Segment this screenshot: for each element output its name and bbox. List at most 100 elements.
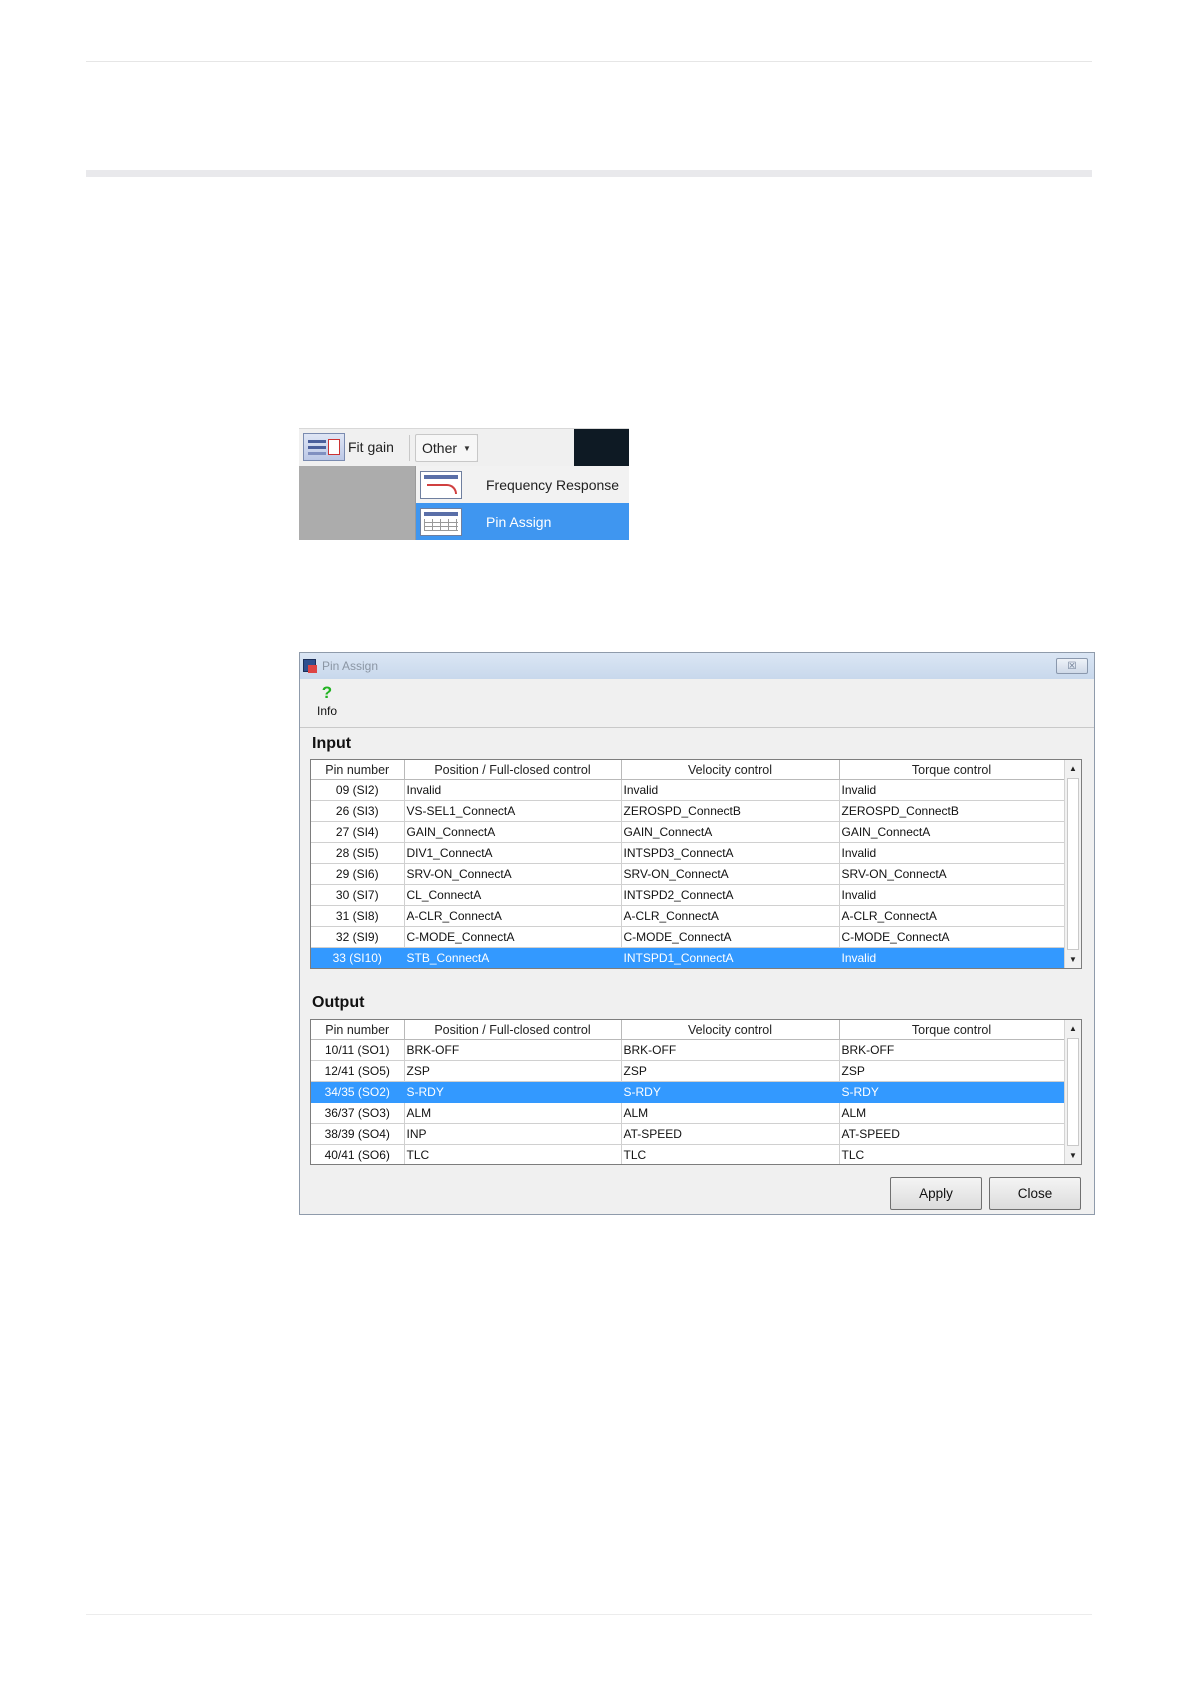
table-cell[interactable]: INTSPD3_ConnectA: [621, 842, 840, 864]
table-cell[interactable]: 29 (SI6): [311, 863, 405, 885]
table-row[interactable]: 28 (SI5) DIV1_ConnectA INTSPD3_ConnectA Inv…: [311, 842, 1065, 864]
table-cell[interactable]: GAIN_ConnectA: [404, 821, 622, 843]
table-cell[interactable]: TLC: [621, 1144, 840, 1164]
output-table[interactable]: Pin number Position / Full-closed contro…: [310, 1019, 1082, 1165]
table-row[interactable]: 09 (SI2) Invalid Invalid Invalid: [311, 779, 1065, 801]
table-row[interactable]: 33 (SI10) STB_ConnectA INTSPD1_ConnectA Inv…: [311, 947, 1065, 968]
table-cell[interactable]: S-RDY: [621, 1081, 840, 1103]
table-cell[interactable]: 40/41 (SO6): [311, 1144, 405, 1164]
table-cell[interactable]: 27 (SI4): [311, 821, 405, 843]
table-cell[interactable]: Invalid: [839, 842, 1065, 864]
table-cell[interactable]: A-CLR_ConnectA: [839, 905, 1065, 927]
table-cell[interactable]: ZSP: [621, 1060, 840, 1082]
table-cell[interactable]: 38/39 (SO4): [311, 1123, 405, 1145]
table-row[interactable]: 34/35 (SO2) S-RDY S-RDY S-RDY: [311, 1081, 1065, 1103]
table-cell[interactable]: BRK-OFF: [404, 1039, 622, 1061]
table-row[interactable]: 26 (SI3) VS-SEL1_ConnectA ZEROSPD_ConnectB…: [311, 800, 1065, 822]
menu-item-pin-assign[interactable]: Pin Assign: [416, 503, 629, 540]
other-dropdown-button[interactable]: Other ▼: [415, 434, 478, 462]
table-cell[interactable]: ALM: [404, 1102, 622, 1124]
output-scrollbar[interactable]: ▲ ▼: [1064, 1020, 1081, 1164]
table-cell[interactable]: ALM: [839, 1102, 1065, 1124]
table-cell[interactable]: C-MODE_ConnectA: [404, 926, 622, 948]
menu-item-frequency-response[interactable]: Frequency Response: [416, 466, 629, 503]
table-cell[interactable]: 26 (SI3): [311, 800, 405, 822]
column-header-torque[interactable]: Torque control: [839, 760, 1065, 780]
close-icon[interactable]: ☒: [1056, 658, 1088, 674]
column-header-position[interactable]: Position / Full-closed control: [404, 1020, 622, 1040]
table-cell[interactable]: 34/35 (SO2): [311, 1081, 405, 1103]
table-row[interactable]: 36/37 (SO3) ALM ALM ALM: [311, 1102, 1065, 1124]
fit-gain-button[interactable]: Fit gain: [303, 432, 394, 462]
table-cell[interactable]: 28 (SI5): [311, 842, 405, 864]
table-cell[interactable]: DIV1_ConnectA: [404, 842, 622, 864]
table-cell[interactable]: ZSP: [839, 1060, 1065, 1082]
table-cell[interactable]: A-CLR_ConnectA: [621, 905, 840, 927]
table-cell[interactable]: ZEROSPD_ConnectB: [839, 800, 1065, 822]
table-cell[interactable]: ALM: [621, 1102, 840, 1124]
table-cell[interactable]: 09 (SI2): [311, 779, 405, 801]
column-header-torque[interactable]: Torque control: [839, 1020, 1065, 1040]
table-cell[interactable]: BRK-OFF: [621, 1039, 840, 1061]
column-header-position[interactable]: Position / Full-closed control: [404, 760, 622, 780]
table-cell[interactable]: Invalid: [621, 779, 840, 801]
apply-button[interactable]: Apply: [890, 1177, 982, 1210]
table-row[interactable]: 12/41 (SO5) ZSP ZSP ZSP: [311, 1060, 1065, 1082]
table-cell[interactable]: 12/41 (SO5): [311, 1060, 405, 1082]
column-header-pin-number[interactable]: Pin number: [311, 760, 405, 780]
table-cell[interactable]: Invalid: [839, 947, 1065, 968]
input-table[interactable]: Pin number Position / Full-closed contro…: [310, 759, 1082, 969]
table-cell[interactable]: GAIN_ConnectA: [621, 821, 840, 843]
table-cell[interactable]: AT-SPEED: [839, 1123, 1065, 1145]
table-row[interactable]: 31 (SI8) A-CLR_ConnectA A-CLR_ConnectA A-CL…: [311, 905, 1065, 927]
column-header-velocity[interactable]: Velocity control: [621, 760, 840, 780]
table-cell[interactable]: 32 (SI9): [311, 926, 405, 948]
table-cell[interactable]: INTSPD1_ConnectA: [621, 947, 840, 968]
scroll-down-icon[interactable]: ▼: [1067, 1148, 1079, 1163]
table-cell[interactable]: Invalid: [839, 884, 1065, 906]
table-cell[interactable]: Invalid: [404, 779, 622, 801]
table-cell[interactable]: SRV-ON_ConnectA: [839, 863, 1065, 885]
table-row[interactable]: 27 (SI4) GAIN_ConnectA GAIN_ConnectA GAIN_C…: [311, 821, 1065, 843]
scroll-up-icon[interactable]: ▲: [1067, 1021, 1079, 1036]
table-row[interactable]: 10/11 (SO1) BRK-OFF BRK-OFF BRK-OFF: [311, 1039, 1065, 1061]
table-cell[interactable]: 10/11 (SO1): [311, 1039, 405, 1061]
table-cell[interactable]: BRK-OFF: [839, 1039, 1065, 1061]
table-cell[interactable]: 31 (SI8): [311, 905, 405, 927]
table-cell[interactable]: S-RDY: [839, 1081, 1065, 1103]
table-cell[interactable]: TLC: [404, 1144, 622, 1164]
table-cell[interactable]: 36/37 (SO3): [311, 1102, 405, 1124]
scroll-down-icon[interactable]: ▼: [1067, 952, 1079, 967]
table-cell[interactable]: ZEROSPD_ConnectB: [621, 800, 840, 822]
scroll-track[interactable]: [1067, 1038, 1079, 1146]
scroll-track[interactable]: [1067, 778, 1079, 950]
table-cell[interactable]: 33 (SI10): [311, 947, 405, 968]
table-cell[interactable]: C-MODE_ConnectA: [621, 926, 840, 948]
table-cell[interactable]: STB_ConnectA: [404, 947, 622, 968]
table-cell[interactable]: INTSPD2_ConnectA: [621, 884, 840, 906]
table-cell[interactable]: A-CLR_ConnectA: [404, 905, 622, 927]
table-cell[interactable]: AT-SPEED: [621, 1123, 840, 1145]
table-cell[interactable]: C-MODE_ConnectA: [839, 926, 1065, 948]
table-row[interactable]: 29 (SI6) SRV-ON_ConnectA SRV-ON_ConnectA SR…: [311, 863, 1065, 885]
table-row[interactable]: 38/39 (SO4) INP AT-SPEED AT-SPEED: [311, 1123, 1065, 1145]
input-scrollbar[interactable]: ▲ ▼: [1064, 760, 1081, 968]
info-button[interactable]: ? Info: [312, 684, 342, 720]
column-header-velocity[interactable]: Velocity control: [621, 1020, 840, 1040]
table-row[interactable]: 30 (SI7) CL_ConnectA INTSPD2_ConnectA Inval…: [311, 884, 1065, 906]
close-button[interactable]: Close: [989, 1177, 1081, 1210]
table-cell[interactable]: CL_ConnectA: [404, 884, 622, 906]
table-cell[interactable]: 30 (SI7): [311, 884, 405, 906]
table-cell[interactable]: GAIN_ConnectA: [839, 821, 1065, 843]
table-cell[interactable]: S-RDY: [404, 1081, 622, 1103]
scroll-up-icon[interactable]: ▲: [1067, 761, 1079, 776]
table-cell[interactable]: VS-SEL1_ConnectA: [404, 800, 622, 822]
table-cell[interactable]: Invalid: [839, 779, 1065, 801]
table-row[interactable]: 40/41 (SO6) TLC TLC TLC: [311, 1144, 1065, 1164]
column-header-pin-number[interactable]: Pin number: [311, 1020, 405, 1040]
table-row[interactable]: 32 (SI9) C-MODE_ConnectA C-MODE_ConnectA C-…: [311, 926, 1065, 948]
table-cell[interactable]: SRV-ON_ConnectA: [621, 863, 840, 885]
table-cell[interactable]: TLC: [839, 1144, 1065, 1164]
table-cell[interactable]: ZSP: [404, 1060, 622, 1082]
table-cell[interactable]: SRV-ON_ConnectA: [404, 863, 622, 885]
